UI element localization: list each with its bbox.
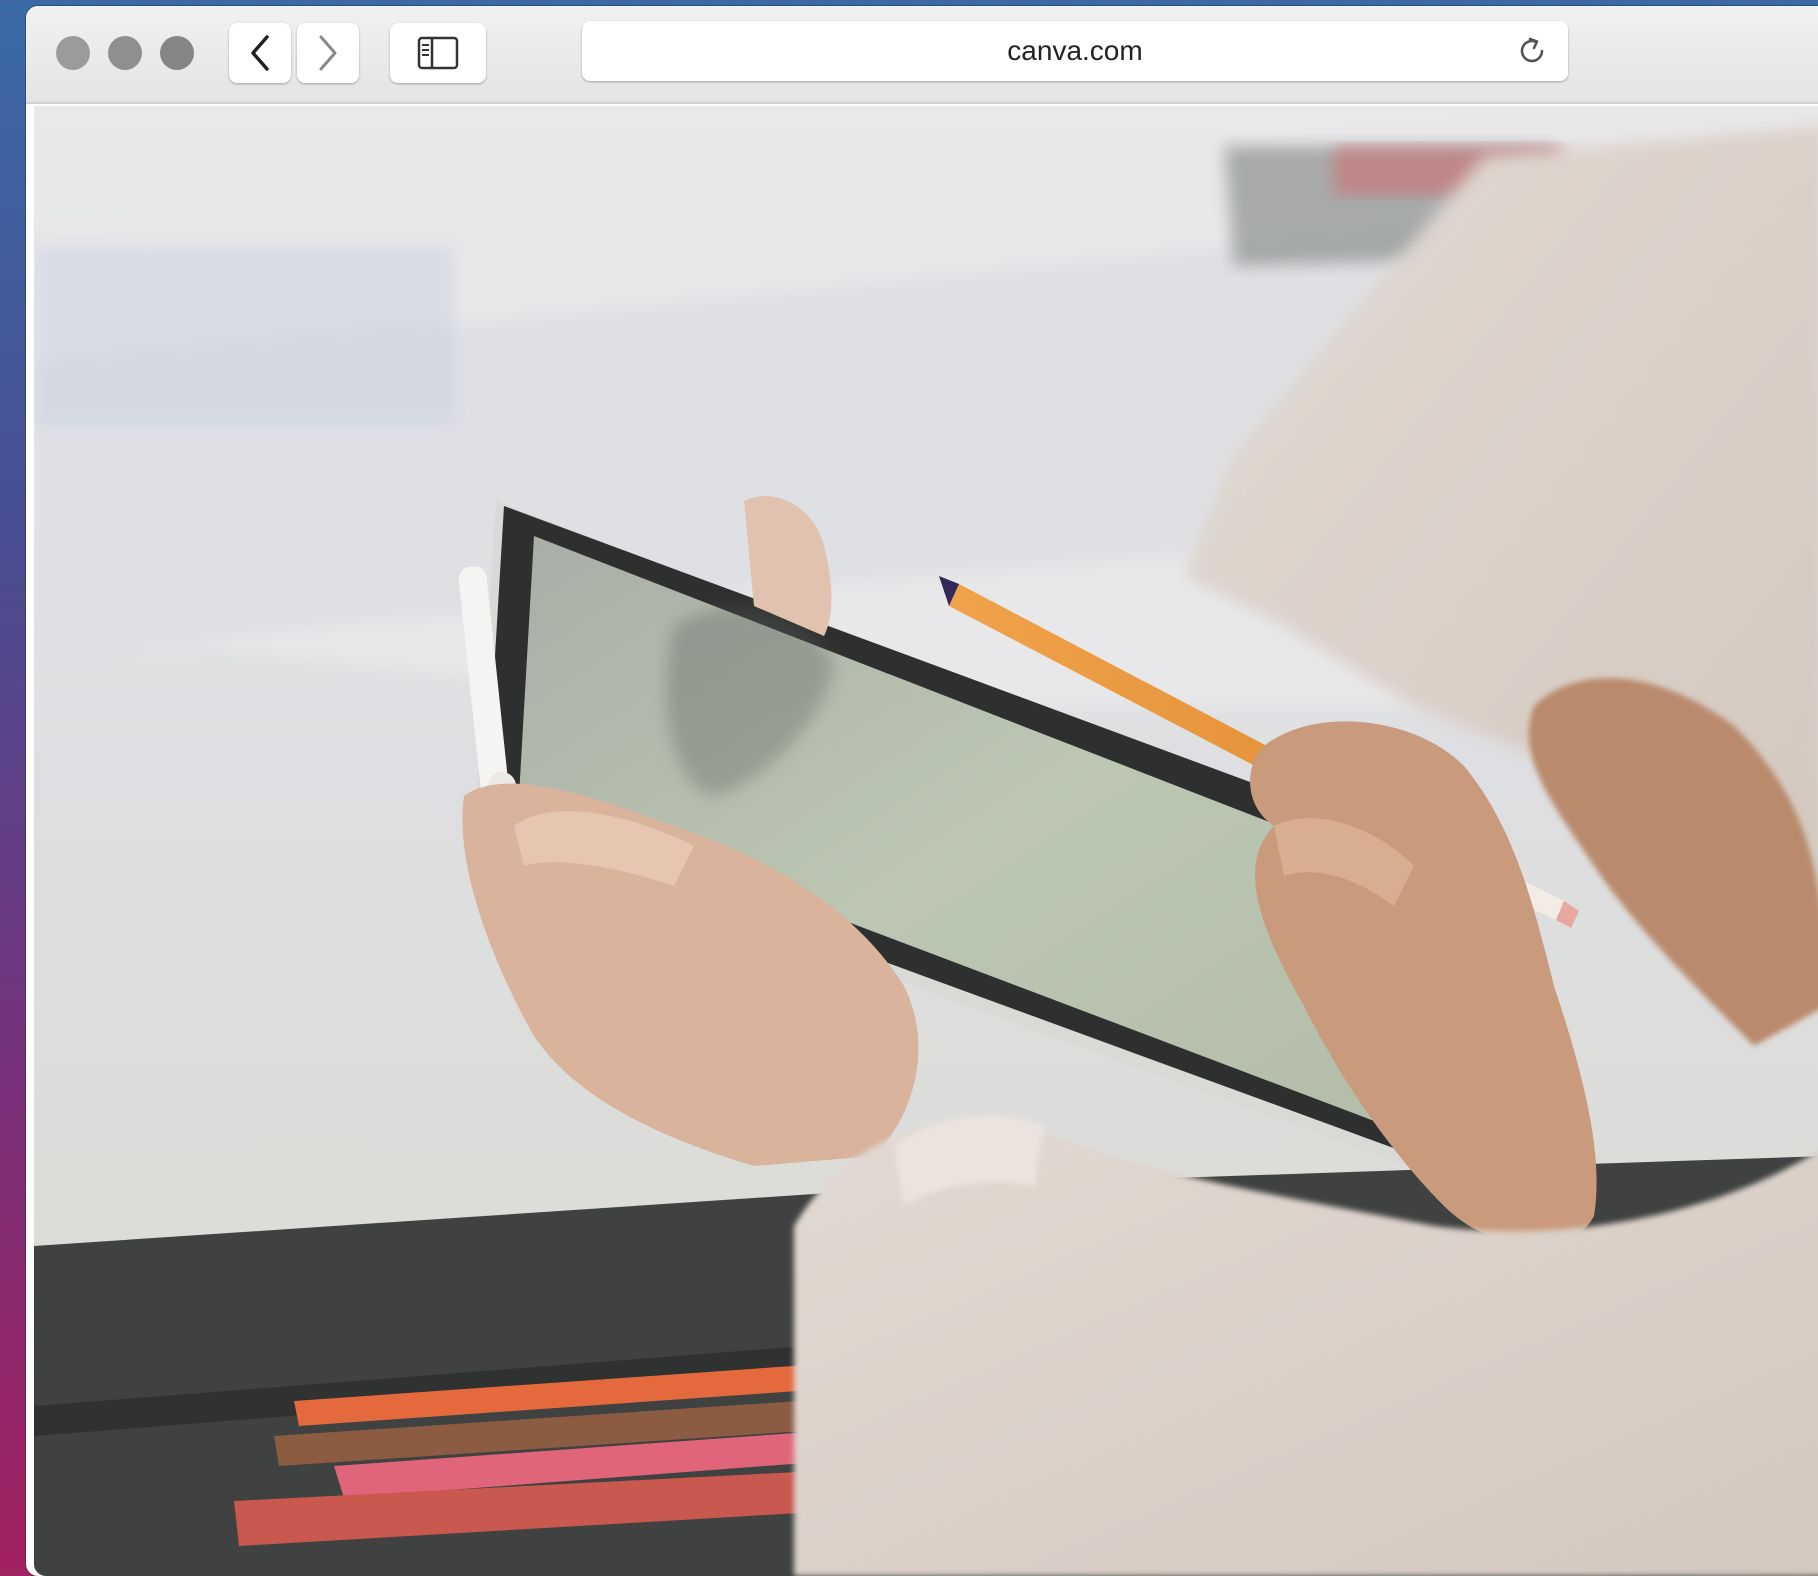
- page-content: [34, 106, 1818, 1576]
- browser-toolbar: canva.com: [26, 6, 1818, 104]
- sidebar-icon: [417, 36, 459, 70]
- hero-photo: [34, 106, 1818, 1576]
- chevron-right-icon: [319, 35, 337, 71]
- zoom-window-button[interactable]: [160, 36, 194, 70]
- back-button[interactable]: [229, 23, 291, 83]
- address-bar[interactable]: canva.com: [582, 21, 1568, 81]
- forward-button[interactable]: [297, 23, 359, 83]
- reload-icon[interactable]: [1514, 33, 1550, 69]
- chevron-left-icon: [251, 35, 269, 71]
- close-window-button[interactable]: [56, 36, 90, 70]
- browser-window: canva.com: [26, 6, 1818, 1576]
- minimize-window-button[interactable]: [108, 36, 142, 70]
- address-bar-url: canva.com: [1007, 35, 1143, 66]
- sidebar-toggle-button[interactable]: [390, 23, 486, 83]
